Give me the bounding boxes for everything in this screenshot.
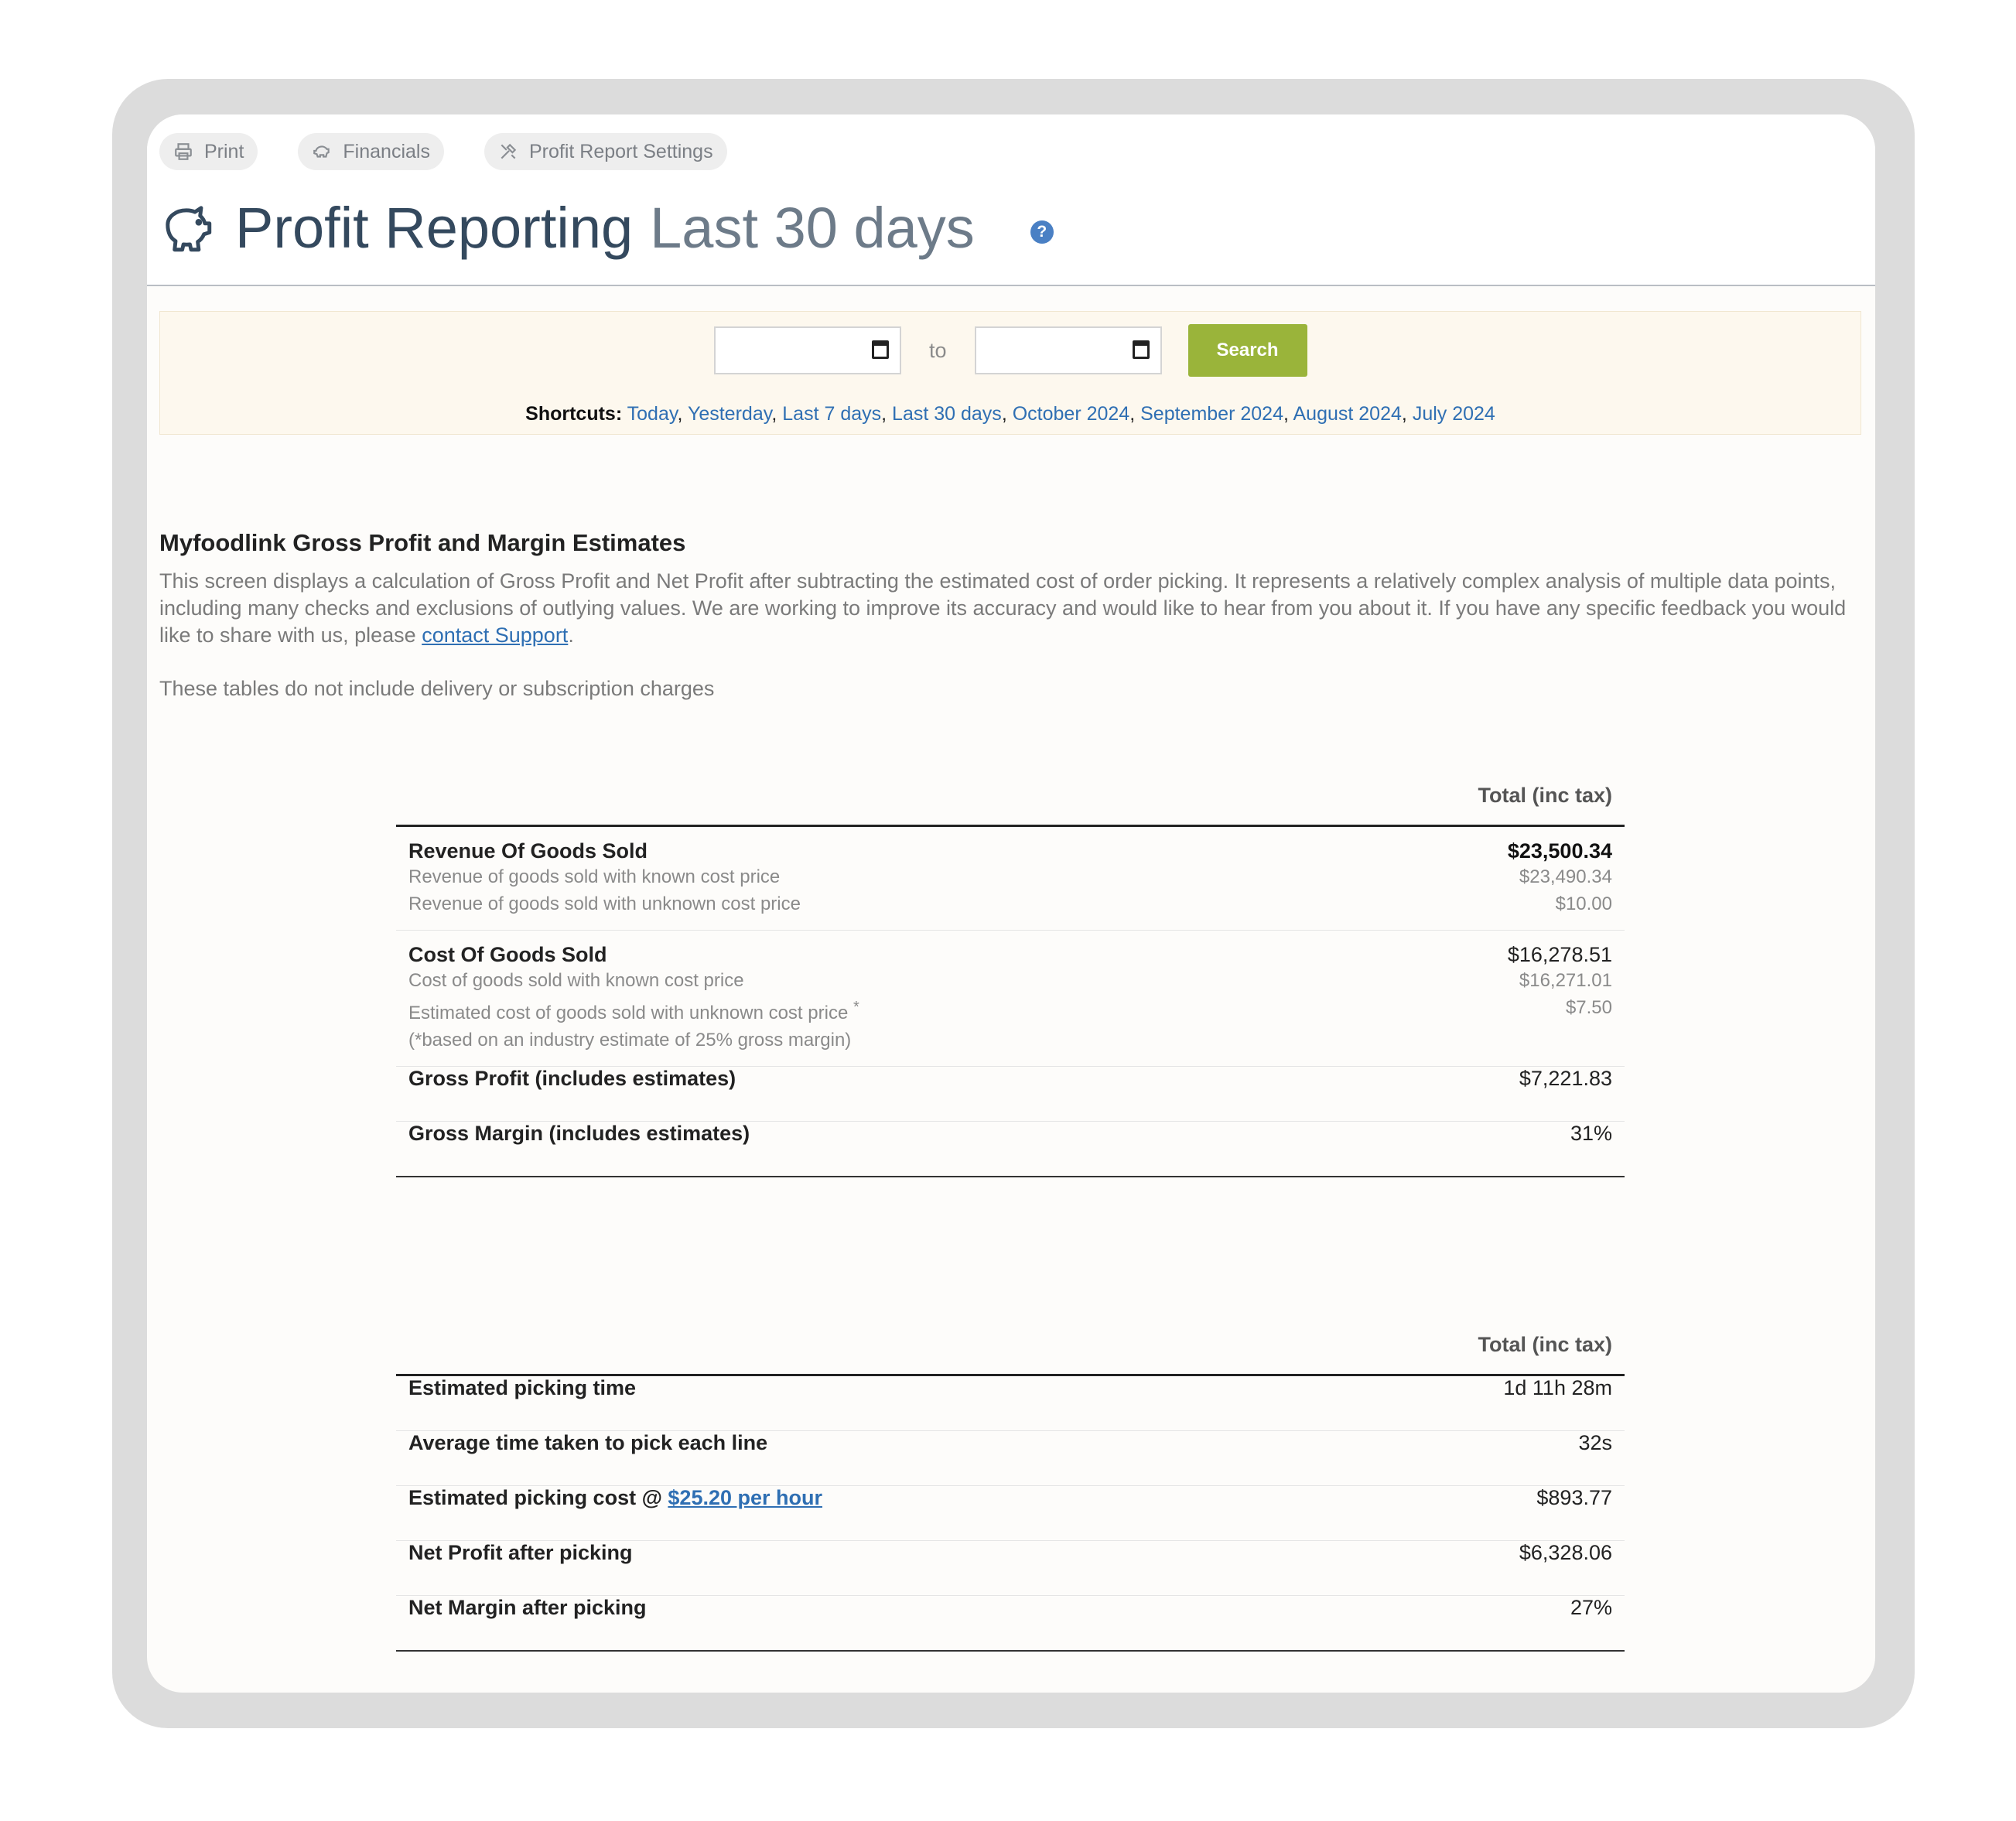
cost-estimated-label: Estimated cost of goods sold with unknow… [408, 1003, 849, 1023]
cost-known-value: $16,271.01 [1519, 970, 1612, 991]
shortcut-today[interactable]: Today [627, 403, 678, 425]
search-button[interactable]: Search [1187, 324, 1307, 377]
date-range: to Search [714, 324, 1307, 377]
intro-body: This screen displays a calculation of Gr… [159, 569, 1847, 647]
picking-time-value: 1d 11h 28m [1503, 1376, 1612, 1399]
net-margin-row: Net Margin after picking 27% [396, 1596, 1625, 1651]
label-column-header [396, 778, 1335, 826]
table-header-row: Total (inc tax) [396, 1327, 1625, 1375]
gross-margin-value: 31% [1570, 1122, 1612, 1145]
shortcut-july-2024[interactable]: July 2024 [1413, 403, 1495, 425]
cost-estimated-value: $7.50 [1565, 997, 1612, 1018]
footnote-marker: * [853, 999, 859, 1016]
cost-row: Cost Of Goods Sold Cost of goods sold wi… [396, 931, 1625, 1067]
gross-profit-row: Gross Profit (includes estimates) $7,221… [396, 1067, 1625, 1122]
picking-cost-label: Estimated picking cost @ [408, 1486, 668, 1509]
intro-text: This screen displays a calculation of Gr… [159, 568, 1861, 649]
revenue-unknown-label: Revenue of goods sold with unknown cost … [408, 893, 801, 914]
print-button[interactable]: Print [159, 133, 258, 170]
report-window: Print Financials Profit Report Settings … [147, 114, 1875, 1693]
contact-support-link[interactable]: contact Support [422, 624, 568, 647]
intro-body-end: . [568, 624, 574, 647]
page-period: Last 30 days [650, 196, 975, 260]
revenue-unknown-value: $10.00 [1555, 893, 1612, 914]
total-column-header: Total (inc tax) [1478, 1332, 1612, 1356]
calendar-icon[interactable] [1132, 340, 1150, 359]
print-label: Print [204, 140, 244, 162]
shortcut-yesterday[interactable]: Yesterday [688, 403, 771, 425]
shortcut-september-2024[interactable]: September 2024 [1140, 403, 1283, 425]
calendar-icon[interactable] [872, 340, 889, 359]
intro-section: Myfoodlink Gross Profit and Margin Estim… [159, 529, 1861, 702]
shortcut-august-2024[interactable]: August 2024 [1293, 403, 1402, 425]
net-margin-label: Net Margin after picking [408, 1596, 647, 1619]
tools-icon [501, 143, 517, 159]
start-date-input[interactable] [714, 326, 901, 374]
shortcut-october-2024[interactable]: October 2024 [1013, 403, 1130, 425]
printer-icon [175, 143, 192, 160]
revenue-value: $23,500.34 [1507, 839, 1612, 863]
hourly-rate-link[interactable]: $25.20 per hour [668, 1486, 822, 1509]
table-header-row: Total (inc tax) [396, 778, 1625, 826]
revenue-row: Revenue Of Goods Sold Revenue of goods s… [396, 826, 1625, 931]
toolbar: Print Financials Profit Report Settings [159, 133, 727, 170]
shortcut-last-30-days[interactable]: Last 30 days [892, 403, 1002, 425]
cost-label: Cost Of Goods Sold [408, 943, 607, 966]
net-profit-value: $6,328.06 [1519, 1541, 1612, 1564]
revenue-known-label: Revenue of goods sold with known cost pr… [408, 866, 781, 887]
label-column-header [396, 1327, 1317, 1375]
average-time-row: Average time taken to pick each line 32s [396, 1431, 1625, 1486]
revenue-label: Revenue Of Goods Sold [408, 839, 648, 863]
gross-profit-value: $7,221.83 [1519, 1067, 1612, 1090]
gross-profit-label: Gross Profit (includes estimates) [408, 1067, 736, 1090]
settings-label: Profit Report Settings [528, 140, 713, 162]
charges-note: These tables do not include delivery or … [159, 677, 715, 700]
piggy-bank-icon [166, 205, 212, 251]
picking-time-label: Estimated picking time [408, 1376, 637, 1399]
date-separator: to [929, 338, 947, 362]
gross-margin-row: Gross Margin (includes estimates) 31% [396, 1122, 1625, 1177]
date-filter-bar: to Search Shortcuts: Today, Yesterday, L… [159, 311, 1861, 435]
net-profit-row: Net Profit after picking $6,328.06 [396, 1541, 1625, 1596]
cost-known-label: Cost of goods sold with known cost price [408, 970, 744, 991]
net-profit-table: Total (inc tax) Estimated picking time 1… [396, 1327, 1625, 1652]
gross-profit-table: Total (inc tax) Revenue Of Goods Sold Re… [396, 778, 1625, 1177]
end-date-input[interactable] [974, 326, 1162, 374]
piggy-bank-icon [313, 145, 330, 158]
average-time-value: 32s [1578, 1431, 1612, 1454]
net-margin-value: 27% [1570, 1596, 1612, 1619]
picking-cost-row: Estimated picking cost @ $25.20 per hour… [396, 1486, 1625, 1541]
average-time-label: Average time taken to pick each line [408, 1431, 768, 1454]
picking-cost-value: $893.77 [1536, 1486, 1612, 1509]
gross-margin-label: Gross Margin (includes estimates) [408, 1122, 750, 1145]
financials-label: Financials [343, 140, 430, 162]
financials-button[interactable]: Financials [298, 133, 444, 170]
net-profit-label: Net Profit after picking [408, 1541, 633, 1564]
page-title: Profit Reporting [235, 196, 634, 260]
total-column-header: Total (inc tax) [1478, 783, 1612, 807]
cost-footnote: (*based on an industry estimate of 25% g… [408, 1030, 852, 1051]
section-heading: Myfoodlink Gross Profit and Margin Estim… [159, 529, 686, 556]
cost-value: $16,278.51 [1507, 943, 1612, 966]
shortcuts-label: Shortcuts: [525, 403, 623, 425]
title-row: Profit Reporting Last 30 days ? [159, 195, 1054, 261]
profit-report-settings-button[interactable]: Profit Report Settings [483, 133, 727, 170]
page-header: Print Financials Profit Report Settings … [147, 114, 1875, 286]
picking-time-row: Estimated picking time 1d 11h 28m [396, 1375, 1625, 1431]
revenue-known-value: $23,490.34 [1519, 866, 1612, 887]
date-shortcuts: Shortcuts: Today, Yesterday, Last 7 days… [525, 403, 1495, 425]
shortcut-last-7-days[interactable]: Last 7 days [782, 403, 881, 425]
help-icon[interactable]: ? [1030, 220, 1054, 244]
